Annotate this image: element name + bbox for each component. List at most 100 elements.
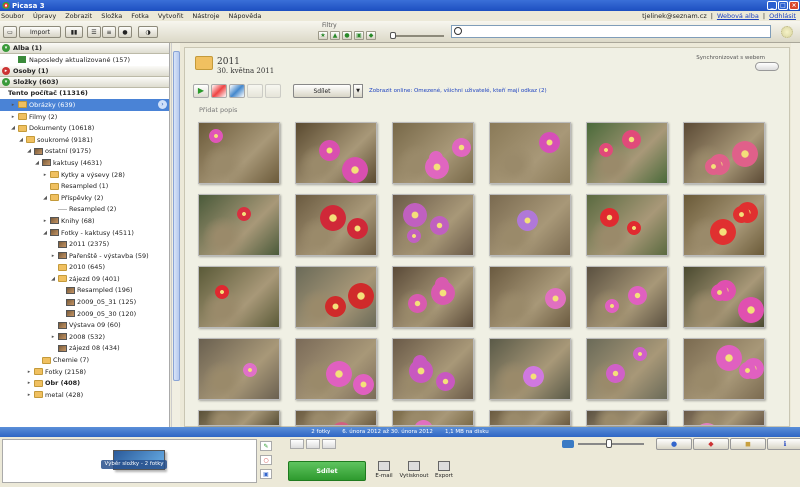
photo-thumbnail[interactable] xyxy=(586,194,668,256)
folder-action-icon[interactable]: › xyxy=(158,100,167,110)
rotate-right-icon[interactable] xyxy=(306,439,320,449)
photo-thumbnail[interactable] xyxy=(586,338,668,400)
folder-tree-item[interactable]: ▸ Knihy (68) xyxy=(0,215,169,227)
rotate-left-icon[interactable] xyxy=(290,439,304,449)
tree-view-icon[interactable]: ≡ xyxy=(102,26,116,38)
folder-tree-item[interactable]: Výstava 09 (60) xyxy=(0,319,169,331)
folder-tree-item[interactable]: ◢ soukromé (9181) xyxy=(0,134,169,146)
library-scrollbar[interactable] xyxy=(791,43,800,427)
movie-icon[interactable] xyxy=(229,84,245,98)
print-button[interactable]: Vytisknout xyxy=(398,461,430,479)
info-icon[interactable]: ℹ xyxy=(767,438,800,450)
folder-tree-item[interactable]: ▸ Fotky (2158) xyxy=(0,366,169,378)
folder-tree-item[interactable]: 2010 (645) xyxy=(0,262,169,274)
tree-expander-icon[interactable]: ◢ xyxy=(18,137,24,143)
folder-panel-scrollbar[interactable] xyxy=(171,43,180,427)
thumbnail-size-slider[interactable] xyxy=(578,439,644,448)
menu-item[interactable]: Zobrazit xyxy=(65,12,92,20)
photo-thumbnail[interactable] xyxy=(392,410,474,426)
share-button[interactable]: Sdílet xyxy=(293,84,351,98)
tree-expander-icon[interactable]: ▸ xyxy=(10,102,16,108)
photo-thumbnail[interactable] xyxy=(683,410,765,426)
people-section-header[interactable]: ▸ Osoby (1) xyxy=(0,65,169,77)
list-view-icon[interactable]: ☰ xyxy=(87,26,101,38)
menu-item[interactable]: Složka xyxy=(101,12,122,20)
folder-tree-item[interactable]: ◢ Fotky - kaktusy (4511) xyxy=(0,227,169,239)
folder-tree-item[interactable]: ▸ Obr (408) xyxy=(0,377,169,389)
photo-thumbnail[interactable] xyxy=(392,122,474,184)
person-icon[interactable]: ● xyxy=(118,26,132,38)
tree-expander-icon[interactable]: ◢ xyxy=(34,160,40,166)
search-box[interactable] xyxy=(451,25,771,38)
play-slideshow-icon[interactable]: ▶ xyxy=(193,84,209,98)
tree-expander-icon[interactable]: ◢ xyxy=(26,148,32,154)
email-button[interactable]: E-mail xyxy=(368,461,400,479)
search-input[interactable] xyxy=(464,27,764,37)
export-button[interactable]: Export xyxy=(428,461,460,479)
minimize-button[interactable]: _ xyxy=(767,1,777,10)
photo-thumbnail[interactable] xyxy=(295,338,377,400)
tree-expander-icon[interactable]: ▸ xyxy=(26,392,32,398)
tree-expander-icon[interactable]: ◢ xyxy=(10,125,16,131)
tree-expander-icon[interactable]: ◢ xyxy=(50,276,56,282)
geotag-icon[interactable] xyxy=(265,84,281,98)
folder-tree-item[interactable]: zájezd 08 (434) xyxy=(0,343,169,355)
date-filter-slider[interactable] xyxy=(390,32,444,39)
folder-tree-item[interactable]: 2009_05_31 (125) xyxy=(0,296,169,308)
photo-thumbnail[interactable] xyxy=(392,266,474,328)
folder-tree-item[interactable]: Resampled (1) xyxy=(0,180,169,192)
photo-thumbnail[interactable] xyxy=(683,122,765,184)
logout-link[interactable]: Odhlásit xyxy=(769,12,796,20)
tree-expander-icon[interactable]: ◢ xyxy=(42,230,48,236)
folder-tree-item[interactable]: ▸ Kytky a výsevy (28) xyxy=(0,169,169,181)
folder-tree-item[interactable]: Resampled (2) xyxy=(0,204,169,216)
sun-icon[interactable] xyxy=(781,26,793,38)
collapse-icon[interactable]: ▾ xyxy=(2,44,10,52)
menu-item[interactable]: Vytvořit xyxy=(158,12,184,20)
camera-import-icon[interactable]: ▭ xyxy=(3,26,17,38)
upload-filter-icon[interactable]: ▲ xyxy=(330,31,340,40)
star-filter-icon[interactable]: ★ xyxy=(318,31,328,40)
photo-thumbnail[interactable] xyxy=(586,122,668,184)
person-filter-icon[interactable]: ● xyxy=(342,31,352,40)
photo-thumbnail[interactable] xyxy=(392,194,474,256)
camera-mode-icon[interactable]: ◑ xyxy=(138,26,158,38)
photo-thumbnail[interactable] xyxy=(198,266,280,328)
photo-thumbnail[interactable] xyxy=(489,410,571,426)
tray-share-button[interactable]: Sdílet xyxy=(288,461,366,481)
photo-thumbnail[interactable] xyxy=(586,266,668,328)
folder-tree-item[interactable]: 2009_05_30 (120) xyxy=(0,308,169,320)
menu-item[interactable]: Soubor xyxy=(1,12,24,20)
video-filter-icon[interactable]: ▣ xyxy=(354,31,364,40)
photo-thumbnail[interactable] xyxy=(683,266,765,328)
menu-item[interactable]: Úpravy xyxy=(33,12,56,20)
photo-thumbnail[interactable] xyxy=(198,338,280,400)
photo-thumbnail[interactable] xyxy=(295,122,377,184)
people-icon[interactable]: ● xyxy=(656,438,692,450)
tree-expander-icon[interactable]: ▸ xyxy=(50,253,56,259)
photo-thumbnail[interactable] xyxy=(198,122,280,184)
web-albums-link[interactable]: Webová alba xyxy=(717,12,759,20)
photo-thumbnail[interactable] xyxy=(295,266,377,328)
star-icon[interactable] xyxy=(322,439,336,449)
folder-tree-item[interactable]: ◢ Dokumenty (10618) xyxy=(0,122,169,134)
share-dropdown-icon[interactable]: ▼ xyxy=(353,84,363,98)
folder-tree-item[interactable]: Resampled (196) xyxy=(0,285,169,297)
add-to-album-icon[interactable]: ▣ xyxy=(260,469,272,479)
menu-item[interactable]: Nástroje xyxy=(192,12,219,20)
album-item-recent[interactable]: Naposledy aktualizované (157) xyxy=(0,54,169,66)
folder-tree-item[interactable]: ◢ zájezd 09 (401) xyxy=(0,273,169,285)
photo-thumbnail[interactable] xyxy=(295,410,377,426)
tree-expander-icon[interactable]: ▸ xyxy=(50,334,56,340)
photo-thumbnail[interactable] xyxy=(489,194,571,256)
online-visibility-link[interactable]: Zobrazit online: Omezené, všichni uživat… xyxy=(369,88,547,94)
tree-expander-icon[interactable]: ▸ xyxy=(10,114,16,120)
sync-toggle[interactable] xyxy=(755,62,779,71)
collage-icon[interactable] xyxy=(211,84,227,98)
view-toggle-icon[interactable]: ▮▮ xyxy=(65,26,83,38)
close-button[interactable]: × xyxy=(789,1,799,10)
photo-thumbnail[interactable] xyxy=(198,194,280,256)
folder-tree-item[interactable]: ▸ 2008 (532) xyxy=(0,331,169,343)
tree-expander-icon[interactable]: ◢ xyxy=(42,195,48,201)
photo-thumbnail[interactable] xyxy=(586,410,668,426)
